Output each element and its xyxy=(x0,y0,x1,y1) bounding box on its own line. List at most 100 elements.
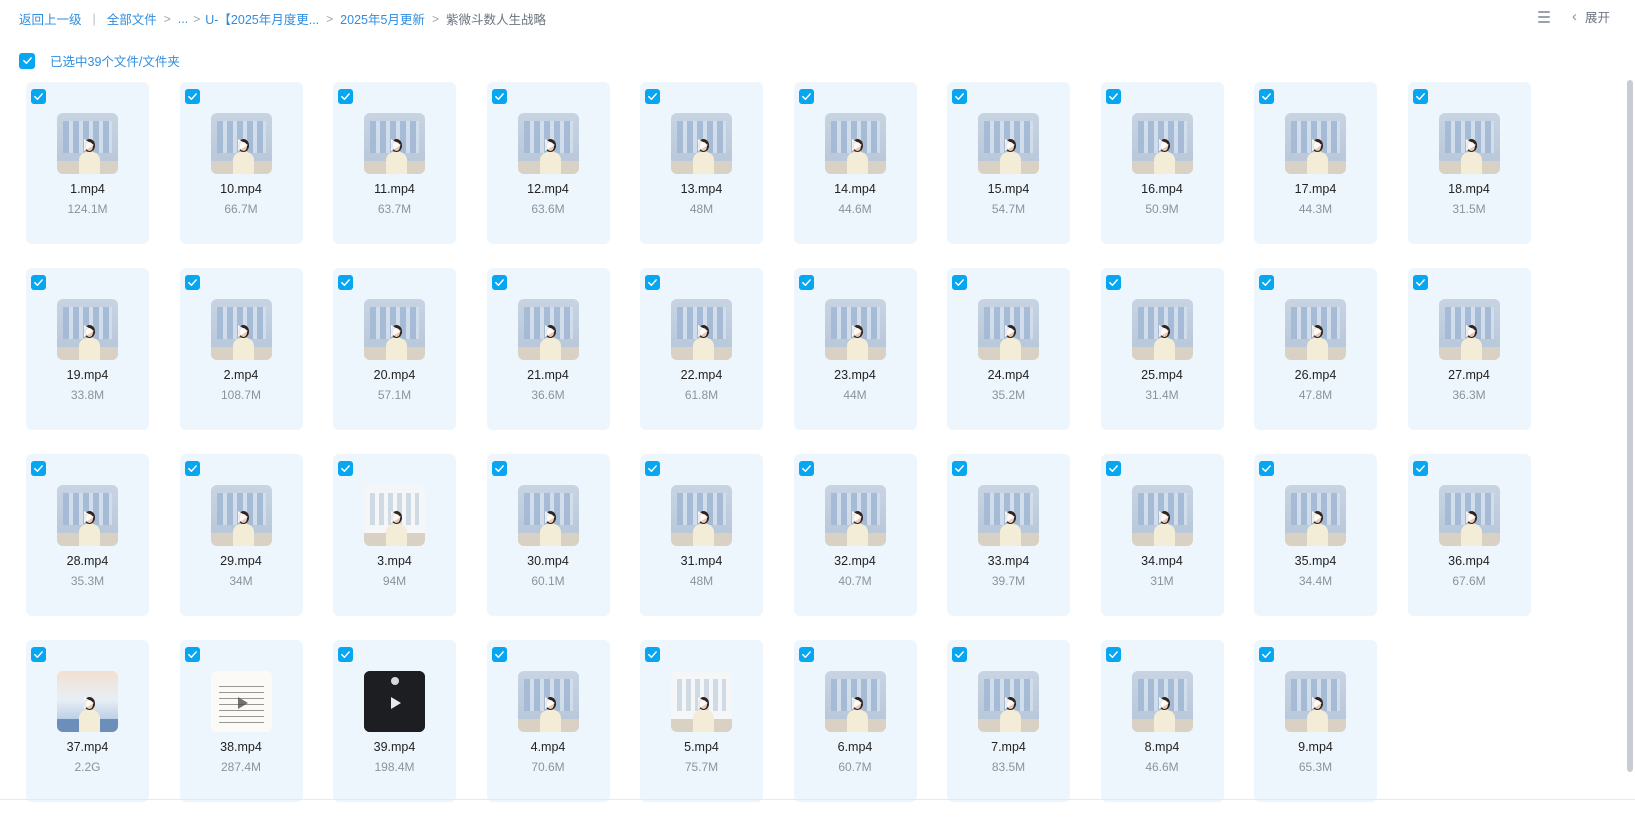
video-thumbnail[interactable] xyxy=(517,485,579,546)
video-thumbnail[interactable] xyxy=(1285,113,1346,174)
file-checkbox[interactable] xyxy=(1105,89,1121,104)
file-checkbox[interactable] xyxy=(184,461,200,476)
file-card[interactable]: 18.mp4 31.5M xyxy=(1407,82,1531,244)
file-checkbox[interactable] xyxy=(645,89,660,104)
file-checkbox[interactable] xyxy=(952,647,967,662)
file-card[interactable]: 22.mp4 61.8M xyxy=(640,268,763,430)
video-thumbnail[interactable] xyxy=(517,299,579,360)
video-thumbnail[interactable] xyxy=(1131,113,1193,174)
video-thumbnail[interactable] xyxy=(517,113,579,174)
file-checkbox[interactable] xyxy=(1412,89,1428,104)
video-thumbnail[interactable] xyxy=(57,671,118,732)
video-thumbnail[interactable] xyxy=(210,671,272,732)
file-checkbox[interactable] xyxy=(798,647,814,662)
file-checkbox[interactable] xyxy=(952,275,967,290)
file-card[interactable]: 7.mp4 83.5M xyxy=(947,640,1070,802)
video-thumbnail[interactable] xyxy=(364,671,425,732)
file-card[interactable]: 1.mp4 124.1M xyxy=(26,82,149,244)
video-thumbnail[interactable] xyxy=(57,299,118,360)
file-checkbox[interactable] xyxy=(31,461,46,476)
video-thumbnail[interactable] xyxy=(57,113,118,174)
file-checkbox[interactable] xyxy=(31,647,46,662)
file-checkbox[interactable] xyxy=(184,275,200,290)
file-checkbox[interactable] xyxy=(1105,647,1121,662)
file-card[interactable]: 28.mp4 35.3M xyxy=(26,454,149,616)
file-card[interactable]: 8.mp4 46.6M xyxy=(1100,640,1224,802)
file-card[interactable]: 39.mp4 198.4M xyxy=(333,640,456,802)
file-card[interactable]: 19.mp4 33.8M xyxy=(26,268,149,430)
breadcrumb-folder-monthly[interactable]: U-【2025年月度更... xyxy=(205,9,319,28)
video-thumbnail[interactable] xyxy=(978,485,1039,546)
file-card[interactable]: 34.mp4 31M xyxy=(1100,454,1224,616)
file-card[interactable]: 16.mp4 50.9M xyxy=(1100,82,1224,244)
file-checkbox[interactable] xyxy=(1259,89,1274,104)
file-checkbox[interactable] xyxy=(1412,461,1428,476)
file-card[interactable]: 3.mp4 94M xyxy=(333,454,456,616)
video-thumbnail[interactable] xyxy=(671,671,732,732)
file-card[interactable]: 26.mp4 47.8M xyxy=(1254,268,1377,430)
file-checkbox[interactable] xyxy=(1412,275,1428,290)
expand-button[interactable]: ‹ 展开 xyxy=(1572,7,1610,26)
file-checkbox[interactable] xyxy=(1259,647,1274,662)
file-checkbox[interactable] xyxy=(1105,275,1121,290)
file-checkbox[interactable] xyxy=(645,647,660,662)
file-card[interactable]: 33.mp4 39.7M xyxy=(947,454,1070,616)
file-checkbox[interactable] xyxy=(798,89,814,104)
file-card[interactable]: 29.mp4 34M xyxy=(179,454,303,616)
video-thumbnail[interactable] xyxy=(671,113,732,174)
file-card[interactable]: 24.mp4 35.2M xyxy=(947,268,1070,430)
file-card[interactable]: 4.mp4 70.6M xyxy=(486,640,610,802)
video-thumbnail[interactable] xyxy=(1131,485,1193,546)
file-card[interactable]: 27.mp4 36.3M xyxy=(1407,268,1531,430)
file-checkbox[interactable] xyxy=(645,275,660,290)
video-thumbnail[interactable] xyxy=(978,113,1039,174)
file-card[interactable]: 9.mp4 65.3M xyxy=(1254,640,1377,802)
video-thumbnail[interactable] xyxy=(1438,485,1500,546)
file-checkbox[interactable] xyxy=(491,89,507,104)
file-checkbox[interactable] xyxy=(1259,461,1274,476)
file-checkbox[interactable] xyxy=(338,89,353,104)
file-checkbox[interactable] xyxy=(184,647,200,662)
breadcrumb-folder-may[interactable]: 2025年5月更新 xyxy=(340,9,425,28)
file-card[interactable]: 17.mp4 44.3M xyxy=(1254,82,1377,244)
file-card[interactable]: 23.mp4 44M xyxy=(793,268,917,430)
file-checkbox[interactable] xyxy=(645,461,660,476)
breadcrumb-all-files[interactable]: 全部文件 xyxy=(107,9,157,28)
video-thumbnail[interactable] xyxy=(364,299,425,360)
file-checkbox[interactable] xyxy=(798,461,814,476)
video-thumbnail[interactable] xyxy=(1285,299,1346,360)
video-thumbnail[interactable] xyxy=(210,299,272,360)
file-checkbox[interactable] xyxy=(1259,275,1274,290)
file-card[interactable]: 21.mp4 36.6M xyxy=(486,268,610,430)
video-thumbnail[interactable] xyxy=(1285,671,1346,732)
file-card[interactable]: 38.mp4 287.4M xyxy=(179,640,303,802)
file-checkbox[interactable] xyxy=(338,647,353,662)
video-thumbnail[interactable] xyxy=(978,299,1039,360)
file-card[interactable]: 31.mp4 48M xyxy=(640,454,763,616)
file-checkbox[interactable] xyxy=(491,275,507,290)
file-card[interactable]: 13.mp4 48M xyxy=(640,82,763,244)
file-card[interactable]: 30.mp4 60.1M xyxy=(486,454,610,616)
file-card[interactable]: 15.mp4 54.7M xyxy=(947,82,1070,244)
video-thumbnail[interactable] xyxy=(1131,671,1193,732)
video-thumbnail[interactable] xyxy=(1131,299,1193,360)
file-card[interactable]: 35.mp4 34.4M xyxy=(1254,454,1377,616)
file-card[interactable]: 20.mp4 57.1M xyxy=(333,268,456,430)
file-checkbox[interactable] xyxy=(952,89,967,104)
video-thumbnail[interactable] xyxy=(978,671,1039,732)
back-link[interactable]: 返回上一级 xyxy=(19,9,82,28)
video-thumbnail[interactable] xyxy=(671,485,732,546)
file-checkbox[interactable] xyxy=(338,275,353,290)
video-thumbnail[interactable] xyxy=(1438,113,1500,174)
video-thumbnail[interactable] xyxy=(671,299,732,360)
video-thumbnail[interactable] xyxy=(824,485,886,546)
video-thumbnail[interactable] xyxy=(57,485,118,546)
scrollbar[interactable] xyxy=(1627,80,1633,772)
video-thumbnail[interactable] xyxy=(210,113,272,174)
select-all-checkbox[interactable] xyxy=(19,52,35,69)
file-card[interactable]: 37.mp4 2.2G xyxy=(26,640,149,802)
video-thumbnail[interactable] xyxy=(1438,299,1500,360)
video-thumbnail[interactable] xyxy=(364,485,425,546)
file-card[interactable]: 6.mp4 60.7M xyxy=(793,640,917,802)
file-checkbox[interactable] xyxy=(491,647,507,662)
